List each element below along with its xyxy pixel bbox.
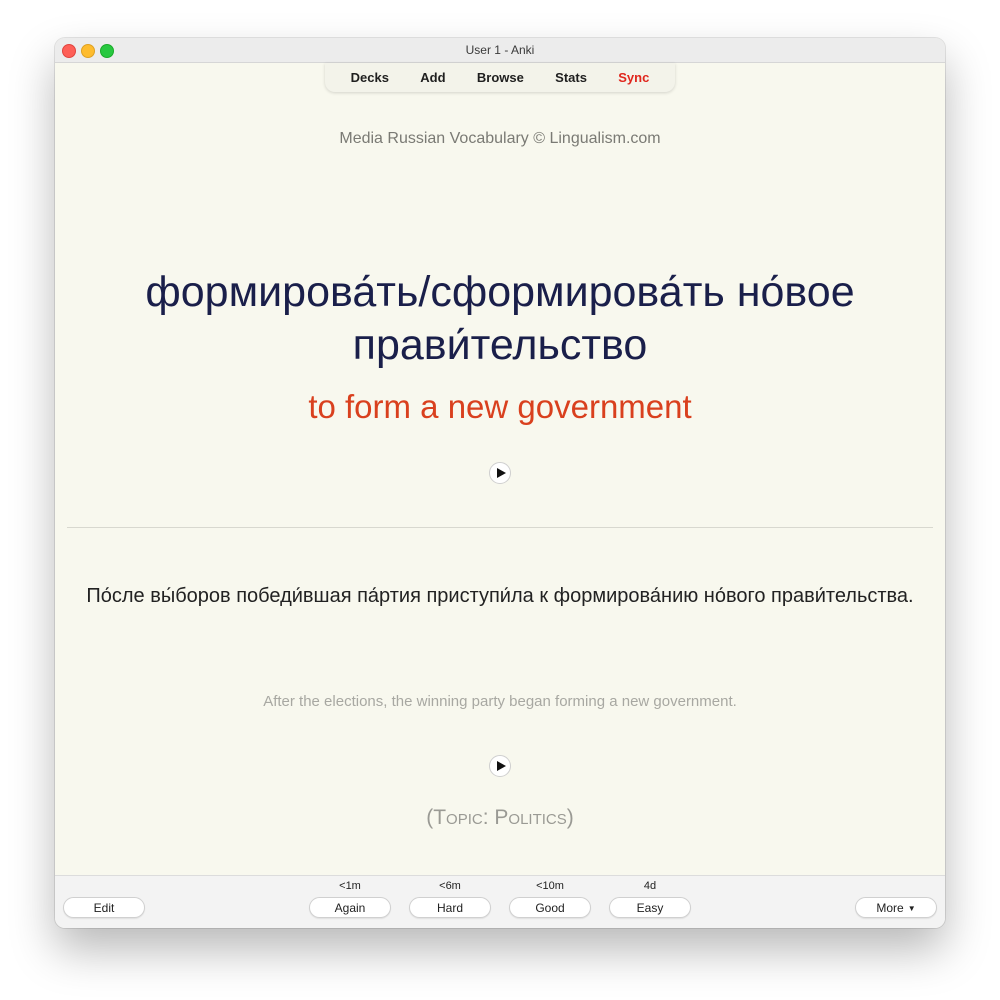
toolbar-add[interactable]: Add xyxy=(420,70,445,85)
play-icon[interactable] xyxy=(489,462,511,484)
card-front-text: формирова́ть/сформирова́ть но́вое прави́… xyxy=(145,268,855,369)
card-view: Media Russian Vocabulary © Lingualism.co… xyxy=(55,92,945,876)
card-translation: to form a new government xyxy=(308,388,692,425)
easy-interval: 4d xyxy=(643,880,657,892)
example-sentence-english: After the elections, the winning party b… xyxy=(263,693,737,710)
window-title: User 1 - Anki xyxy=(465,43,535,57)
main-toolbar: Decks Add Browse Stats Sync xyxy=(325,63,675,92)
anki-window: User 1 - Anki Decks Add Browse Stats Syn… xyxy=(55,38,945,928)
toolbar-browse[interactable]: Browse xyxy=(477,70,524,85)
edit-button[interactable]: Edit xyxy=(63,897,145,918)
good-interval: <10m xyxy=(536,880,564,892)
more-button[interactable]: More ▼ xyxy=(855,897,937,918)
answer-bar: Edit <1m Again <6m Hard <10m Good 4d Eas… xyxy=(55,875,945,928)
deck-credit: Media Russian Vocabulary © Lingualism.co… xyxy=(339,130,661,147)
toolbar-stats[interactable]: Stats xyxy=(555,70,587,85)
easy-button[interactable]: Easy xyxy=(609,897,691,918)
hard-interval: <6m xyxy=(439,880,461,892)
toolbar-decks[interactable]: Decks xyxy=(351,70,389,85)
again-button[interactable]: Again xyxy=(309,897,391,918)
again-interval: <1m xyxy=(339,880,361,892)
answer-divider xyxy=(67,527,933,528)
good-button[interactable]: Good xyxy=(509,897,591,918)
title-bar: User 1 - Anki xyxy=(55,38,945,63)
more-button-label: More xyxy=(876,901,904,915)
toolbar-sync[interactable]: Sync xyxy=(618,70,649,85)
topic-label: (Topic: Politics) xyxy=(426,806,574,829)
chevron-down-icon: ▼ xyxy=(907,904,916,914)
play-icon[interactable] xyxy=(489,755,511,777)
example-sentence-russian: По́сле вы́боров победи́вшая па́ртия прис… xyxy=(86,585,914,607)
hard-button[interactable]: Hard xyxy=(409,897,491,918)
